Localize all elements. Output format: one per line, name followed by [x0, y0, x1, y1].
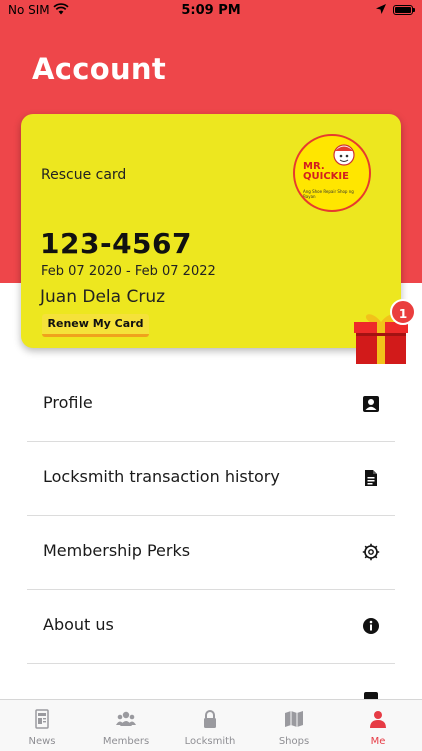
card-number: 123-4567 [40, 227, 192, 260]
location-arrow-icon [376, 4, 386, 14]
tab-news[interactable]: News [0, 700, 84, 751]
logo-brand-text: MR. QUICKIE [303, 161, 349, 182]
rescue-card: Rescue card MR. QUICKIE Ang Shoe Repair … [21, 114, 401, 348]
tab-label: Me [370, 736, 386, 747]
renew-card-button[interactable]: Renew My Card [42, 314, 149, 337]
card-holder-name: Juan Dela Cruz [40, 287, 166, 307]
tab-label: Shops [278, 736, 310, 747]
card-validity-dates: Feb 07 2020 - Feb 07 2022 [41, 264, 216, 279]
menu-item-label: About us [43, 615, 114, 634]
mr-quickie-logo: MR. QUICKIE Ang Shoe Repair Shop ng Baya… [293, 134, 371, 212]
tab-bar: News Members Locksmith Shops Me [0, 699, 422, 751]
person-icon [370, 711, 386, 728]
document-icon [365, 470, 377, 486]
status-bar: No SIM 5:09 PM [0, 0, 422, 22]
lock-icon [204, 710, 216, 728]
map-icon [285, 711, 303, 727]
profile-card-icon [363, 396, 379, 412]
tab-label: Locksmith [184, 736, 236, 747]
menu-item-membership-perks[interactable]: Membership Perks [27, 516, 395, 590]
menu-item-locksmith-history[interactable]: Locksmith transaction history [27, 442, 395, 516]
tab-label: News [28, 736, 56, 747]
gear-icon [362, 543, 380, 561]
menu-item-label: Locksmith transaction history [43, 467, 280, 486]
menu-item-label: Profile [43, 393, 93, 412]
news-icon [35, 709, 49, 729]
battery-icon [393, 5, 415, 15]
menu-item-label: Membership Perks [43, 541, 191, 560]
tab-members[interactable]: Members [84, 700, 168, 751]
logo-tagline: Ang Shoe Repair Shop ng Bayan [303, 189, 354, 199]
tab-me[interactable]: Me [336, 700, 420, 751]
menu-item-profile[interactable]: Profile [27, 368, 395, 442]
gift-notification-badge: 1 [390, 299, 416, 325]
tab-locksmith[interactable]: Locksmith [168, 700, 252, 751]
page-title: Account [32, 52, 167, 86]
card-type-label: Rescue card [41, 167, 127, 183]
tab-shops[interactable]: Shops [252, 700, 336, 751]
members-icon [116, 711, 136, 726]
account-menu: Profile Locksmith transaction history Me… [27, 368, 395, 737]
info-icon [363, 618, 379, 634]
menu-item-about-us[interactable]: About us [27, 590, 395, 664]
tab-label: Members [102, 736, 150, 747]
clock: 5:09 PM [181, 3, 241, 18]
